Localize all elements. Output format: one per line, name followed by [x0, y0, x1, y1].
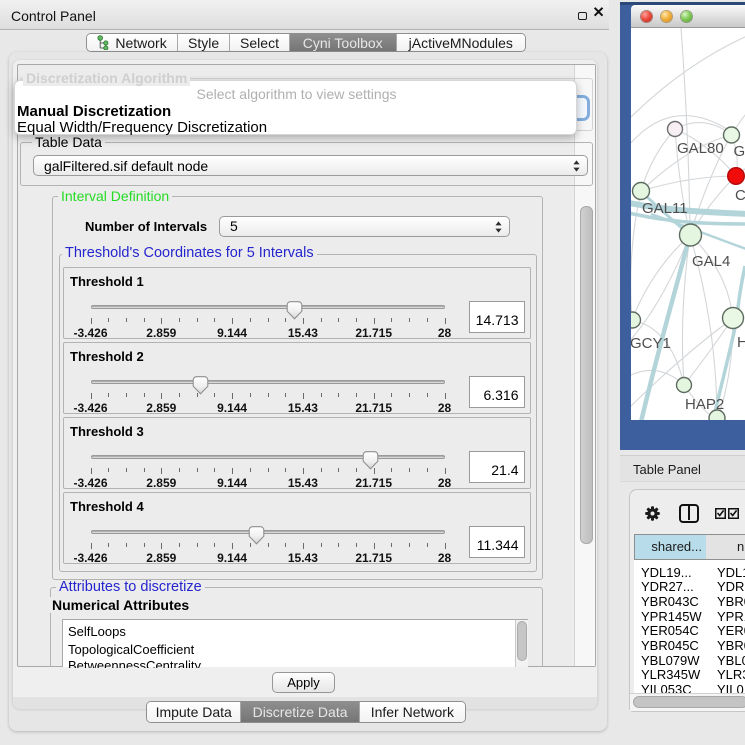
svg-text:GCY1: GCY1	[631, 335, 671, 352]
svg-text:C: C	[735, 187, 745, 204]
svg-text:H: H	[737, 334, 745, 351]
svg-text:GAL80: GAL80	[677, 140, 724, 157]
svg-text:GAL4: GAL4	[692, 253, 730, 270]
svg-text:HAP2: HAP2	[685, 396, 724, 413]
svg-text:GA: GA	[734, 143, 745, 160]
svg-text:GAL11: GAL11	[642, 200, 688, 217]
